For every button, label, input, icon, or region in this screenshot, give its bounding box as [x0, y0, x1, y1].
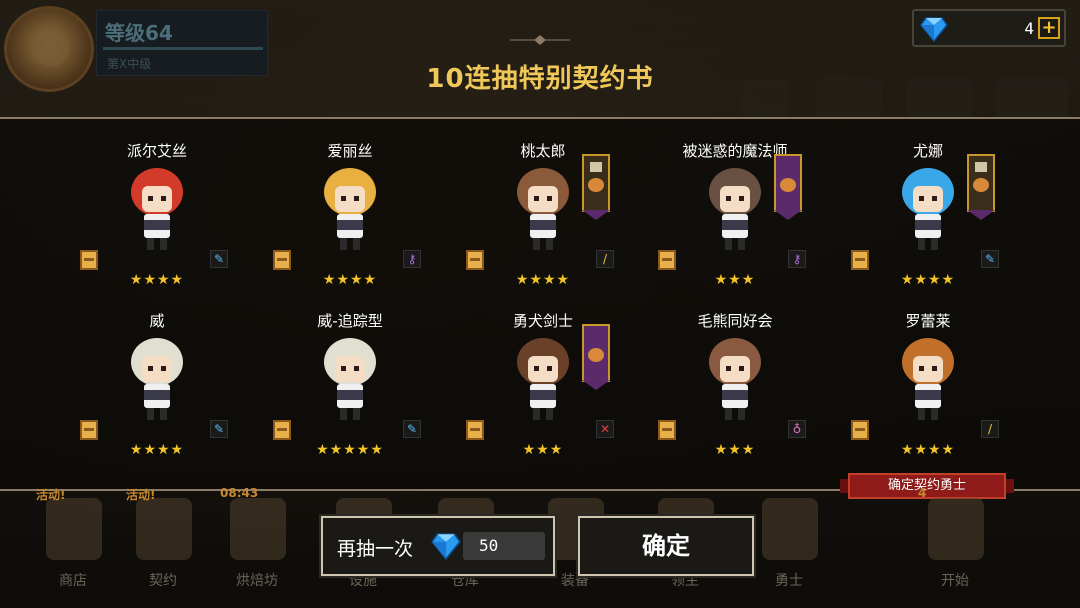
hero-card[interactable]: 桃太郎 / ★★★★ [466, 140, 614, 300]
nav-label: 契约 [149, 573, 177, 589]
hero-card[interactable]: 毛熊同好会 ♁ ★★★ [658, 310, 806, 470]
hero-card[interactable]: 威 ✎ ★★★★ [80, 310, 228, 470]
nav-label: 商店 [59, 573, 87, 589]
nav-item[interactable]: 08:43 烘焙坊 [212, 486, 302, 608]
hero-stars: ★★★ [714, 272, 756, 288]
scroll-icon [80, 420, 98, 440]
class-icon: ✎ [210, 420, 228, 438]
nav-icon [136, 498, 192, 560]
hero-stars: ★★★★ [129, 272, 185, 288]
add-gems-button[interactable]: + [1038, 17, 1060, 39]
nav-label: 烘焙坊 [236, 573, 278, 589]
class-icon: ♁ [788, 420, 806, 438]
hero-stars: ★★★★ [900, 442, 956, 458]
hero-sprite [131, 168, 183, 250]
hero-sprite [324, 168, 376, 250]
player-level: 等级64 [105, 21, 173, 45]
class-icon: ✎ [210, 250, 228, 268]
scroll-icon [658, 420, 676, 440]
hero-banner-icon [582, 154, 610, 220]
hero-sprite [902, 168, 954, 250]
hero-card[interactable]: 派尔艾丝 ✎ ★★★★ [80, 140, 228, 300]
nav-badge: 活动! [36, 488, 66, 502]
hero-sprite [709, 168, 761, 250]
hero-sprite [324, 338, 376, 420]
diamond-icon [920, 17, 948, 42]
class-icon: / [981, 420, 999, 438]
nav-icon [762, 498, 818, 560]
diamond-icon [431, 533, 461, 560]
hero-name: 威-追踪型 [317, 312, 383, 330]
hero-card[interactable]: 威-追踪型 ✎ ★★★★★ [273, 310, 421, 470]
hero-banner-icon [967, 154, 995, 220]
scroll-icon [466, 420, 484, 440]
title-ornament-icon [510, 35, 570, 45]
nav-item[interactable]: 勇士 [744, 492, 834, 608]
hero-banner-icon [774, 154, 802, 220]
draw-cost: 50 [463, 532, 545, 560]
scroll-icon [273, 250, 291, 270]
nav-label: 勇士 [775, 573, 803, 589]
hero-card[interactable]: 尤娜 ✎ ★★★★ [851, 140, 999, 300]
gem-counter: 4 + [912, 9, 1066, 47]
nav-badge: 活动! [126, 488, 156, 502]
hero-stars: ★★★ [714, 442, 756, 458]
hero-card[interactable]: 罗蕾莱 / ★★★★ [851, 310, 999, 470]
scroll-icon [851, 420, 869, 440]
hero-sprite [709, 338, 761, 420]
nav-item[interactable]: 4 开始 [910, 486, 1000, 608]
scroll-icon [80, 250, 98, 270]
scroll-icon [658, 250, 676, 270]
nav-item[interactable]: 活动! 契约 [118, 488, 208, 608]
hero-sprite [131, 338, 183, 420]
exp-bar [103, 47, 263, 50]
hero-banner-icon [582, 324, 610, 390]
class-icon: ⚷ [403, 250, 421, 268]
hero-sprite [517, 168, 569, 250]
hero-name: 爱丽丝 [327, 142, 373, 160]
page-title: 10连抽特别契约书 [426, 64, 654, 94]
hero-name: 威 [149, 312, 165, 330]
confirm-button[interactable]: 确定 [576, 514, 756, 578]
class-icon: ⚷ [788, 250, 806, 268]
gem-count: 4 [1024, 19, 1034, 38]
class-icon: ✕ [596, 420, 614, 438]
hero-name: 毛熊同好会 [697, 312, 773, 330]
scroll-icon [851, 250, 869, 270]
hero-name: 罗蕾莱 [905, 312, 951, 330]
nav-icon [46, 498, 102, 560]
hero-stars: ★★★★ [322, 272, 378, 288]
nav-label: 开始 [941, 573, 969, 589]
nav-badge: 4 [918, 486, 927, 500]
scroll-icon [466, 250, 484, 270]
hero-sprite [902, 338, 954, 420]
nav-icon [928, 498, 984, 560]
hero-stars: ★★★★ [129, 442, 185, 458]
class-icon: ✎ [403, 420, 421, 438]
hero-stars: ★★★★ [515, 272, 571, 288]
hero-card[interactable]: 勇犬剑士 ✕ ★★★ [466, 310, 614, 470]
hero-name: 派尔艾丝 [126, 142, 187, 160]
hero-stars: ★★★★★ [316, 442, 384, 458]
draw-again-button[interactable]: 再抽一次 50 [319, 514, 557, 578]
nav-item[interactable]: 活动! 商店 [28, 488, 118, 608]
class-icon: ✎ [981, 250, 999, 268]
hero-stars: ★★★★ [900, 272, 956, 288]
nav-badge: 08:43 [220, 486, 259, 500]
hero-card[interactable]: 被迷惑的魔法师 ⚷ ★★★ [658, 140, 806, 300]
nav-icon [230, 498, 286, 560]
hero-stars: ★★★ [522, 442, 564, 458]
hero-card[interactable]: 爱丽丝 ⚷ ★★★★ [273, 140, 421, 300]
hero-sprite [517, 338, 569, 420]
scroll-icon [273, 420, 291, 440]
class-icon: / [596, 250, 614, 268]
draw-again-label: 再抽一次 [337, 538, 414, 560]
